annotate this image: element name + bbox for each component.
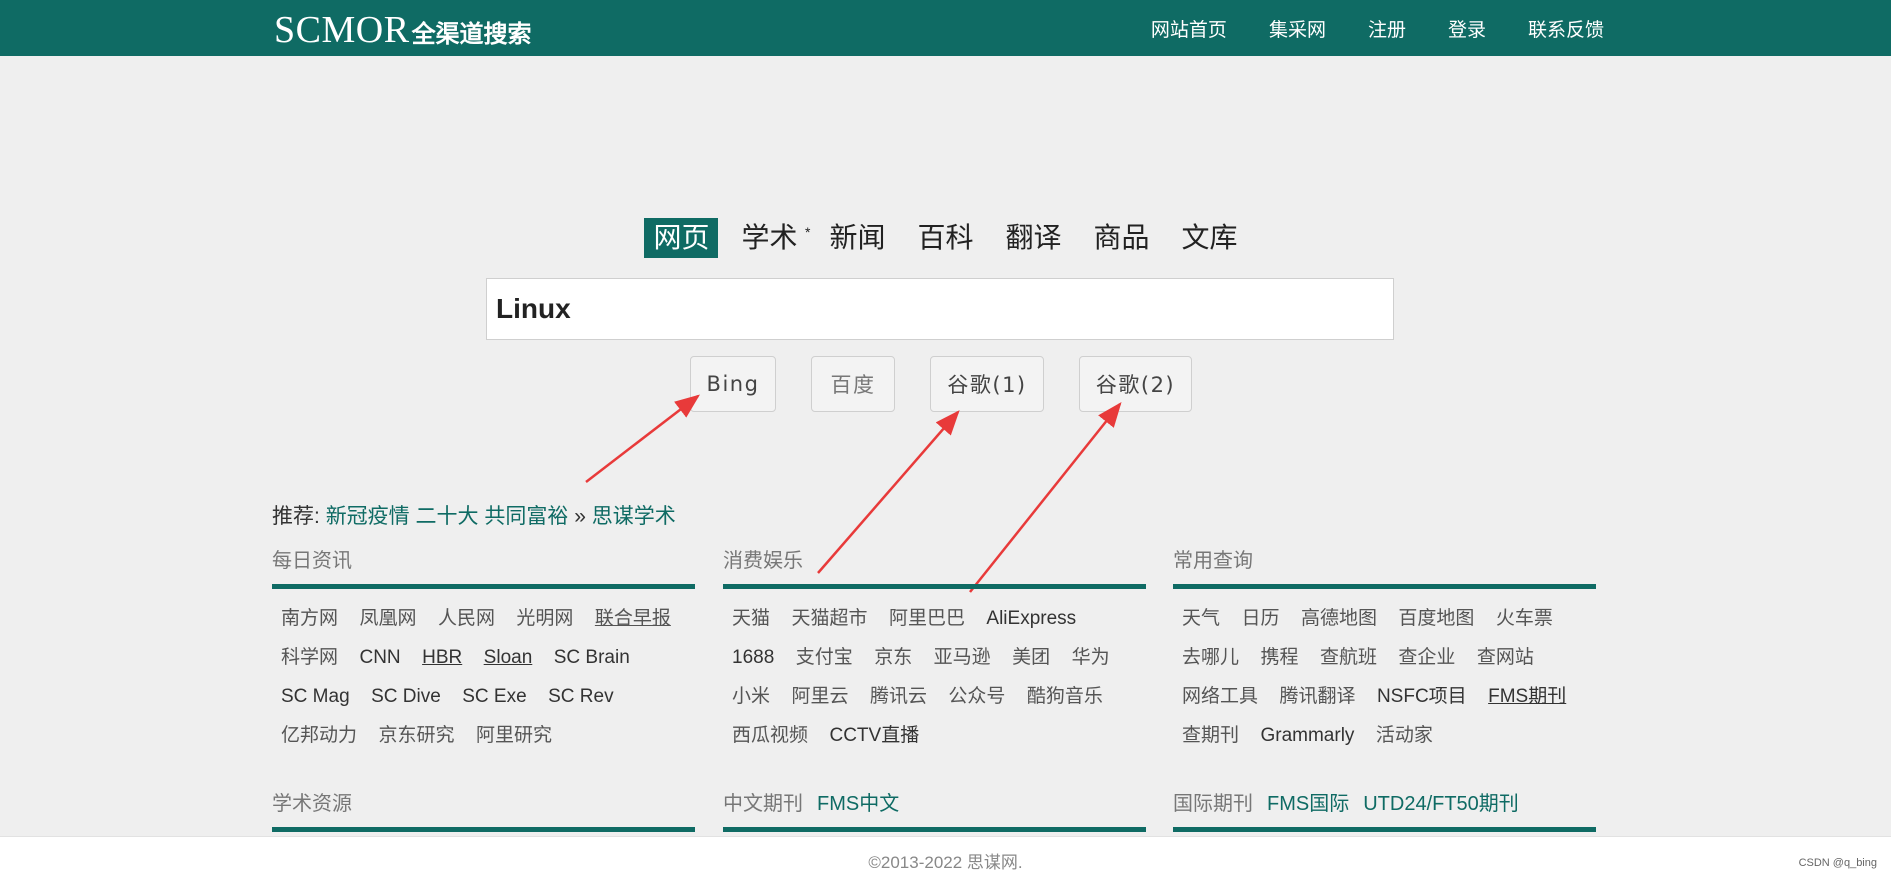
link-item[interactable]: 查期刊 [1182, 716, 1239, 755]
link-item[interactable]: 阿里巴巴 [889, 599, 965, 638]
link-item[interactable]: SC Exe [462, 677, 526, 716]
section-links: 天气 日历 高德地图 百度地图 火车票 去哪儿 携程 查航班 查企业 查网站 网… [1173, 599, 1596, 755]
link-item[interactable]: 亚马逊 [934, 638, 991, 677]
section-title: 消费娱乐 [723, 550, 803, 572]
link-item[interactable]: 阿里研究 [476, 716, 552, 755]
link-item[interactable]: 查企业 [1398, 638, 1455, 677]
section-title: 常用查询 [1173, 550, 1253, 572]
link-item[interactable]: 美团 [1012, 638, 1050, 677]
section-academic-resources: 学术资源 [272, 789, 695, 832]
fms-intl-link[interactable]: FMS国际 [1267, 793, 1349, 815]
link-item[interactable]: SC Brain [554, 638, 630, 677]
recommend-prefix: 推荐: [272, 505, 320, 528]
recommend-link-covid[interactable]: 新冠疫情 [326, 505, 410, 528]
link-item[interactable]: 携程 [1260, 638, 1298, 677]
link-item[interactable]: 支付宝 [796, 638, 853, 677]
link-item[interactable]: 科学网 [281, 638, 338, 677]
link-item[interactable]: SC Rev [548, 677, 613, 716]
link-item[interactable]: 阿里云 [791, 677, 848, 716]
link-item[interactable]: NSFC项目 [1377, 677, 1467, 716]
link-item[interactable]: 天猫 [732, 599, 770, 638]
section-title: 中文期刊 [723, 793, 803, 815]
section-title-row: 中文期刊 FMS中文 [723, 789, 1146, 819]
link-item[interactable]: CCTV直播 [829, 716, 919, 755]
link-item[interactable]: 高德地图 [1301, 599, 1377, 638]
recommend-separator: » [574, 505, 586, 528]
link-item[interactable]: 腾讯云 [870, 677, 927, 716]
link-item[interactable]: 腾讯翻译 [1279, 677, 1355, 716]
recommend-link-prosperity[interactable]: 共同富裕 [484, 505, 568, 528]
link-item[interactable]: 查航班 [1320, 638, 1377, 677]
link-item[interactable]: 活动家 [1376, 716, 1433, 755]
section-consumer: 消费娱乐 天猫 天猫超市 阿里巴巴 AliExpress 1688 支付宝 京东… [723, 546, 1146, 755]
section-divider [272, 827, 695, 832]
link-item[interactable]: 火车票 [1496, 599, 1553, 638]
link-item[interactable]: 天气 [1182, 599, 1220, 638]
recommend-line: 推荐: 新冠疫情 二十大 共同富裕 » 思谋学术 [272, 500, 676, 530]
link-item[interactable]: 小米 [732, 677, 770, 716]
link-item[interactable]: 亿邦动力 [281, 716, 357, 755]
link-item[interactable]: 公众号 [948, 677, 1005, 716]
utd24-ft50-link[interactable]: UTD24/FT50期刊 [1363, 793, 1519, 815]
link-item[interactable]: 京东研究 [378, 716, 454, 755]
link-item[interactable]: 南方网 [281, 599, 338, 638]
link-item[interactable]: 去哪儿 [1182, 638, 1239, 677]
link-item[interactable]: FMS期刊 [1488, 677, 1566, 716]
link-item[interactable]: 酷狗音乐 [1027, 677, 1103, 716]
section-title: 国际期刊 [1173, 793, 1253, 815]
link-item[interactable]: 网络工具 [1182, 677, 1258, 716]
section-links: 南方网 凤凰网 人民网 光明网 联合早报 科学网 CNN HBR Sloan S… [272, 599, 695, 755]
link-item[interactable]: AliExpress [986, 599, 1076, 638]
link-item[interactable]: SC Dive [371, 677, 441, 716]
link-item[interactable]: 查网站 [1477, 638, 1534, 677]
recommend-link-congress[interactable]: 二十大 [416, 505, 479, 528]
arrow-to-bing [585, 394, 700, 483]
section-divider [723, 827, 1146, 832]
section-daily-news: 每日资讯 南方网 凤凰网 人民网 光明网 联合早报 科学网 CNN HBR Sl… [272, 546, 695, 755]
link-item[interactable]: Sloan [484, 638, 533, 677]
link-item[interactable]: 光明网 [516, 599, 573, 638]
link-item[interactable]: 1688 [732, 638, 774, 677]
section-divider [723, 584, 1146, 589]
link-item[interactable]: 凤凰网 [359, 599, 416, 638]
page-footer: ©2013-2022 思谋网. CSDN @q_bing [0, 836, 1891, 880]
section-divider [1173, 827, 1596, 832]
link-item[interactable]: HBR [422, 638, 462, 677]
link-item[interactable]: CNN [359, 638, 400, 677]
section-common-lookup: 常用查询 天气 日历 高德地图 百度地图 火车票 去哪儿 携程 查航班 查企业 … [1173, 546, 1596, 755]
section-title: 每日资讯 [272, 550, 352, 572]
section-title: 学术资源 [272, 793, 352, 815]
link-item[interactable]: 人民网 [438, 599, 495, 638]
section-chinese-journals: 中文期刊 FMS中文 [723, 789, 1146, 832]
link-item[interactable]: SC Mag [281, 677, 350, 716]
recommend-link-scholar[interactable]: 思谋学术 [592, 505, 676, 528]
link-item[interactable]: 天猫超市 [791, 599, 867, 638]
section-title-row: 国际期刊 FMS国际 UTD24/FT50期刊 [1173, 789, 1596, 819]
link-item[interactable]: 华为 [1072, 638, 1110, 677]
link-item[interactable]: 西瓜视频 [732, 716, 808, 755]
link-item[interactable]: 日历 [1241, 599, 1279, 638]
section-divider [272, 584, 695, 589]
section-links: 天猫 天猫超市 阿里巴巴 AliExpress 1688 支付宝 京东 亚马逊 … [723, 599, 1146, 755]
link-item[interactable]: 联合早报 [595, 599, 671, 638]
footer-copyright: ©2013-2022 思谋网. [868, 853, 1023, 872]
section-intl-journals: 国际期刊 FMS国际 UTD24/FT50期刊 [1173, 789, 1596, 832]
csdn-watermark: CSDN @q_bing [1798, 857, 1877, 869]
link-item[interactable]: 京东 [874, 638, 912, 677]
link-item[interactable]: 百度地图 [1398, 599, 1474, 638]
section-divider [1173, 584, 1596, 589]
fms-chinese-link[interactable]: FMS中文 [817, 793, 899, 815]
link-item[interactable]: Grammarly [1260, 716, 1354, 755]
